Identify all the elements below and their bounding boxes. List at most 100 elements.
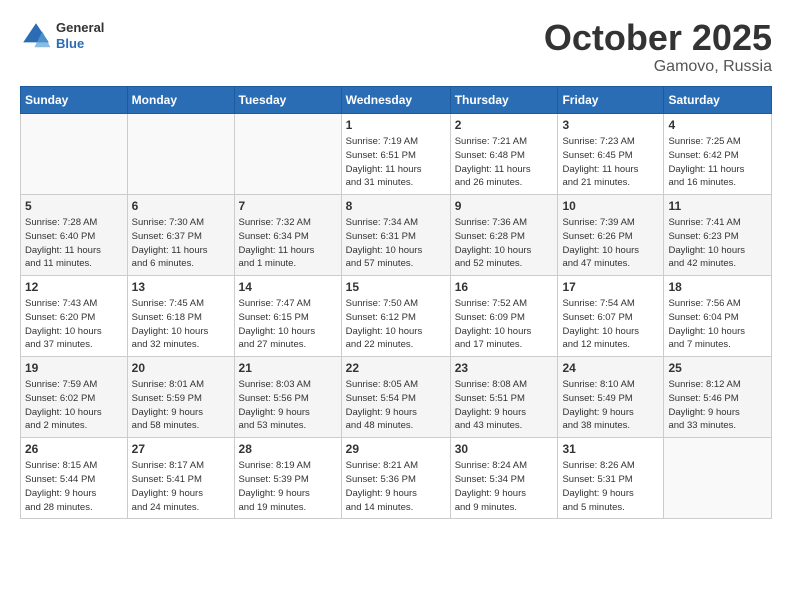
day-number: 10 <box>562 199 659 213</box>
day-info: Sunrise: 7:19 AM Sunset: 6:51 PM Dayligh… <box>346 135 446 190</box>
day-number: 5 <box>25 199 123 213</box>
calendar-cell: 6 Sunrise: 7:30 AM Sunset: 6:37 PM Daylig… <box>127 195 234 276</box>
week-row-3: 12Sunrise: 7:43 AM Sunset: 6:20 PM Dayli… <box>21 276 772 357</box>
calendar-cell: 16 Sunrise: 7:52 AM Sunset: 6:09 PM Dayli… <box>450 276 558 357</box>
calendar-cell: 9Sunrise: 7:36 AM Sunset: 6:28 PM Daylig… <box>450 195 558 276</box>
day-info: Sunrise: 7:25 AM Sunset: 6:42 PM Dayligh… <box>668 135 767 190</box>
logo-icon <box>20 20 52 52</box>
day-number: 17 <box>562 280 659 294</box>
day-info: Sunrise: 7:39 AM Sunset: 6:26 PM Dayligh… <box>562 216 659 271</box>
day-info: Sunrise: 8:03 AM Sunset: 5:56 PM Dayligh… <box>239 378 337 433</box>
day-info: Sunrise: 7:52 AM Sunset: 6:09 PM Dayligh… <box>455 297 554 352</box>
day-number: 8 <box>346 199 446 213</box>
location: Gamovo, Russia <box>544 58 772 76</box>
week-row-1: 1 Sunrise: 7:19 AM Sunset: 6:51 PM Daylig… <box>21 114 772 195</box>
calendar-cell: 7Sunrise: 7:32 AM Sunset: 6:34 PM Daylig… <box>234 195 341 276</box>
day-info: Sunrise: 8:21 AM Sunset: 5:36 PM Dayligh… <box>346 459 446 514</box>
day-number: 4 <box>668 118 767 132</box>
weekday-header-wednesday: Wednesday <box>341 87 450 114</box>
week-row-5: 26 Sunrise: 8:15 AM Sunset: 5:44 PM Dayli… <box>21 438 772 519</box>
calendar-cell: 11 Sunrise: 7:41 AM Sunset: 6:23 PM Dayli… <box>664 195 772 276</box>
weekday-header-sunday: Sunday <box>21 87 128 114</box>
calendar-cell: 30 Sunrise: 8:24 AM Sunset: 5:34 PM Dayli… <box>450 438 558 519</box>
calendar-cell: 18Sunrise: 7:56 AM Sunset: 6:04 PM Dayli… <box>664 276 772 357</box>
day-number: 28 <box>239 442 337 456</box>
day-info: Sunrise: 8:08 AM Sunset: 5:51 PM Dayligh… <box>455 378 554 433</box>
day-number: 24 <box>562 361 659 375</box>
weekday-header-thursday: Thursday <box>450 87 558 114</box>
day-number: 30 <box>455 442 554 456</box>
calendar-cell <box>234 114 341 195</box>
week-row-2: 5 Sunrise: 7:28 AM Sunset: 6:40 PM Daylig… <box>21 195 772 276</box>
calendar-cell: 31 Sunrise: 8:26 AM Sunset: 5:31 PM Dayli… <box>558 438 664 519</box>
day-info: Sunrise: 7:23 AM Sunset: 6:45 PM Dayligh… <box>562 135 659 190</box>
month-title: October 2025 <box>544 20 772 56</box>
week-row-4: 19 Sunrise: 7:59 AM Sunset: 6:02 PM Dayli… <box>21 357 772 438</box>
day-number: 31 <box>562 442 659 456</box>
day-number: 25 <box>668 361 767 375</box>
day-info: Sunrise: 7:30 AM Sunset: 6:37 PM Dayligh… <box>132 216 230 271</box>
logo-general-text: General <box>56 20 104 36</box>
day-info: Sunrise: 8:01 AM Sunset: 5:59 PM Dayligh… <box>132 378 230 433</box>
calendar-cell: 20 Sunrise: 8:01 AM Sunset: 5:59 PM Dayli… <box>127 357 234 438</box>
day-info: Sunrise: 7:43 AM Sunset: 6:20 PM Dayligh… <box>25 297 123 352</box>
calendar-cell: 23Sunrise: 8:08 AM Sunset: 5:51 PM Dayli… <box>450 357 558 438</box>
calendar-cell: 14 Sunrise: 7:47 AM Sunset: 6:15 PM Dayli… <box>234 276 341 357</box>
day-info: Sunrise: 7:47 AM Sunset: 6:15 PM Dayligh… <box>239 297 337 352</box>
day-number: 27 <box>132 442 230 456</box>
calendar-cell: 19 Sunrise: 7:59 AM Sunset: 6:02 PM Dayli… <box>21 357 128 438</box>
day-number: 22 <box>346 361 446 375</box>
day-info: Sunrise: 8:19 AM Sunset: 5:39 PM Dayligh… <box>239 459 337 514</box>
day-info: Sunrise: 8:10 AM Sunset: 5:49 PM Dayligh… <box>562 378 659 433</box>
day-number: 26 <box>25 442 123 456</box>
day-number: 15 <box>346 280 446 294</box>
calendar-cell: 24 Sunrise: 8:10 AM Sunset: 5:49 PM Dayli… <box>558 357 664 438</box>
day-number: 7 <box>239 199 337 213</box>
day-info: Sunrise: 8:05 AM Sunset: 5:54 PM Dayligh… <box>346 378 446 433</box>
day-number: 16 <box>455 280 554 294</box>
day-info: Sunrise: 8:17 AM Sunset: 5:41 PM Dayligh… <box>132 459 230 514</box>
calendar-cell: 1 Sunrise: 7:19 AM Sunset: 6:51 PM Daylig… <box>341 114 450 195</box>
logo: General Blue <box>20 20 104 52</box>
calendar-cell: 4 Sunrise: 7:25 AM Sunset: 6:42 PM Daylig… <box>664 114 772 195</box>
day-number: 3 <box>562 118 659 132</box>
day-info: Sunrise: 7:45 AM Sunset: 6:18 PM Dayligh… <box>132 297 230 352</box>
calendar-cell: 3 Sunrise: 7:23 AM Sunset: 6:45 PM Daylig… <box>558 114 664 195</box>
calendar-cell: 10 Sunrise: 7:39 AM Sunset: 6:26 PM Dayli… <box>558 195 664 276</box>
day-info: Sunrise: 7:36 AM Sunset: 6:28 PM Dayligh… <box>455 216 554 271</box>
day-info: Sunrise: 7:54 AM Sunset: 6:07 PM Dayligh… <box>562 297 659 352</box>
day-number: 18 <box>668 280 767 294</box>
day-number: 20 <box>132 361 230 375</box>
day-info: Sunrise: 7:21 AM Sunset: 6:48 PM Dayligh… <box>455 135 554 190</box>
day-info: Sunrise: 8:24 AM Sunset: 5:34 PM Dayligh… <box>455 459 554 514</box>
day-info: Sunrise: 7:59 AM Sunset: 6:02 PM Dayligh… <box>25 378 123 433</box>
day-info: Sunrise: 7:28 AM Sunset: 6:40 PM Dayligh… <box>25 216 123 271</box>
calendar-cell: 28 Sunrise: 8:19 AM Sunset: 5:39 PM Dayli… <box>234 438 341 519</box>
logo-text: General Blue <box>56 20 104 51</box>
calendar-cell: 26 Sunrise: 8:15 AM Sunset: 5:44 PM Dayli… <box>21 438 128 519</box>
day-number: 14 <box>239 280 337 294</box>
day-info: Sunrise: 8:15 AM Sunset: 5:44 PM Dayligh… <box>25 459 123 514</box>
day-info: Sunrise: 8:12 AM Sunset: 5:46 PM Dayligh… <box>668 378 767 433</box>
calendar-cell: 27 Sunrise: 8:17 AM Sunset: 5:41 PM Dayli… <box>127 438 234 519</box>
logo-blue-text: Blue <box>56 36 104 52</box>
day-number: 1 <box>346 118 446 132</box>
day-number: 6 <box>132 199 230 213</box>
day-info: Sunrise: 8:26 AM Sunset: 5:31 PM Dayligh… <box>562 459 659 514</box>
day-info: Sunrise: 7:34 AM Sunset: 6:31 PM Dayligh… <box>346 216 446 271</box>
day-number: 2 <box>455 118 554 132</box>
page-header: General Blue October 2025 Gamovo, Russia <box>20 20 772 76</box>
day-info: Sunrise: 7:41 AM Sunset: 6:23 PM Dayligh… <box>668 216 767 271</box>
weekday-header-friday: Friday <box>558 87 664 114</box>
weekday-header-tuesday: Tuesday <box>234 87 341 114</box>
calendar-table: SundayMondayTuesdayWednesdayThursdayFrid… <box>20 86 772 519</box>
day-number: 21 <box>239 361 337 375</box>
day-number: 11 <box>668 199 767 213</box>
calendar-cell <box>664 438 772 519</box>
calendar-cell: 2 Sunrise: 7:21 AM Sunset: 6:48 PM Daylig… <box>450 114 558 195</box>
calendar-cell: 12Sunrise: 7:43 AM Sunset: 6:20 PM Dayli… <box>21 276 128 357</box>
day-number: 19 <box>25 361 123 375</box>
calendar-cell: 17 Sunrise: 7:54 AM Sunset: 6:07 PM Dayli… <box>558 276 664 357</box>
calendar-cell: 25 Sunrise: 8:12 AM Sunset: 5:46 PM Dayli… <box>664 357 772 438</box>
weekday-header-row: SundayMondayTuesdayWednesdayThursdayFrid… <box>21 87 772 114</box>
